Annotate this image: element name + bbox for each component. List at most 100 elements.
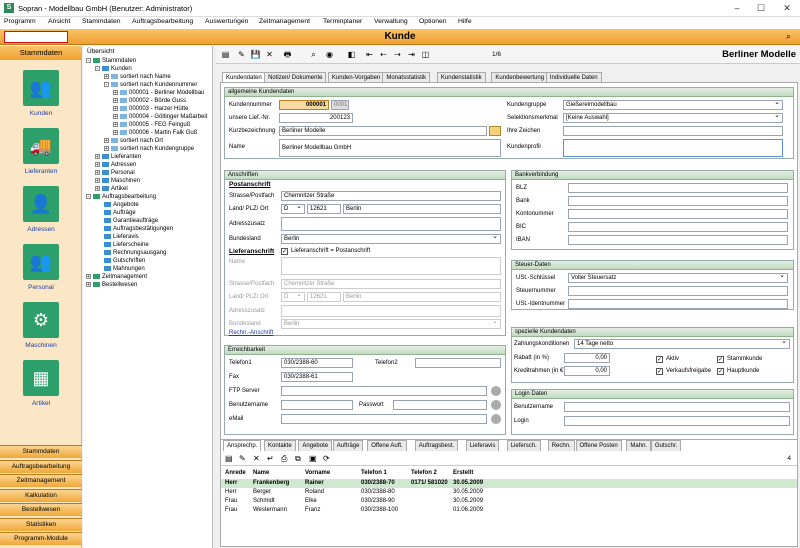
login-user-field[interactable] [564,402,790,412]
steuernummer-field[interactable] [568,286,788,296]
bottom-tab-auftragsbearbeitung[interactable]: Auftragsbearbeitung [0,459,82,473]
column-header[interactable]: Name [253,470,269,476]
table-row[interactable]: Frau Westermann Franz 030/2388-100 01.06.200… [221,506,797,515]
tree-node[interactable]: +000004 - Göltinger Maßarbeit [86,113,212,121]
tree-node[interactable]: +000005 - FEG Feinguß [86,121,212,129]
contact-tool-1-icon[interactable]: ✎ [239,454,246,463]
menu-item-zeitmanagement[interactable]: Zeitmanagement [259,18,310,25]
checkbox-hauptkunde[interactable]: ✓ [717,368,724,375]
bottom-tab-8[interactable]: Rechn. [547,440,575,451]
expand-toggle-icon[interactable]: + [113,113,118,119]
table-row[interactable]: Herr Berger Roland 030/2388-80 30.05.2009 [221,488,797,497]
lief-bundesland-select[interactable]: Berlin [281,319,501,329]
toolbar-button-5-icon[interactable]: ⌕ [308,49,319,60]
zahlung-select[interactable]: 14 Tage netto [574,339,790,349]
adresszusatz-field[interactable] [281,217,501,231]
email-send-icon[interactable] [491,414,501,424]
nav-maschinen-button[interactable]: ⚙ Maschinen [0,302,82,349]
name-field[interactable]: Berliner Modellbau GmbH [279,139,501,157]
strasse-field[interactable]: Chemnitzer Straße [281,191,501,201]
toolbar-button-3-icon[interactable]: ✕ [264,49,275,60]
kredit-field[interactable]: 0,00 [564,366,610,376]
kundenprofil-field[interactable] [563,139,783,157]
tree-node[interactable]: + Lieferanten [86,153,212,161]
toolbar-button-6-icon[interactable]: ◉ [324,49,335,60]
lieferanschrift-checkbox[interactable]: ✓ [281,248,288,255]
bank-iban-field[interactable] [568,235,788,245]
lief-plz-field[interactable]: 12621 [307,292,341,302]
checkbox-aktiv[interactable]: ✓ [656,356,663,363]
minimize-button[interactable]: – [730,3,744,14]
plz-field[interactable]: 12621 [307,204,341,214]
bottom-tab-11[interactable]: Gutschr. [650,440,682,451]
bottom-tab-6[interactable]: Lieferavis [465,440,500,451]
contact-tool-2-icon[interactable]: ✕ [253,454,260,463]
tree-node[interactable]: Aufträge [86,209,212,217]
menu-item-ansicht[interactable]: Ansicht [48,18,70,25]
bottom-tab-10[interactable]: Mahn. [626,440,652,451]
toolbar-button-10-icon[interactable]: ⇢ [392,49,403,60]
rabatt-field[interactable]: 0,00 [564,353,610,363]
bank-kontonummer-field[interactable] [568,209,788,219]
column-header[interactable]: Vorname [305,470,330,476]
selektionsmerkmal-select[interactable]: [Keine Auswahl] [563,113,783,123]
search-input[interactable] [4,31,68,43]
menu-item-programm[interactable]: Programm [4,18,36,25]
lief-land-select[interactable]: D [281,292,305,302]
ort-field[interactable]: Berlin [343,204,501,214]
column-header[interactable]: Erstellt [453,470,473,476]
maximize-button[interactable]: ☐ [754,3,768,14]
expand-toggle-icon[interactable]: - [86,193,91,199]
menu-item-auswertungen[interactable]: Auswertungen [205,18,248,25]
contact-tool-5-icon[interactable]: ⧉ [295,454,301,464]
expand-toggle-icon[interactable]: - [104,81,109,87]
contact-tool-6-icon[interactable]: ▣ [309,454,317,463]
lief-strasse-field[interactable]: Chemnitzer Straße [281,279,501,289]
menu-item-stammdaten[interactable]: Stammdaten [82,18,121,25]
kundennummer-field[interactable]: 000001 [279,100,329,110]
toolbar-button-2-icon[interactable]: 💾 [250,49,261,60]
contact-tool-0-icon[interactable]: ▤ [225,454,233,463]
toolbar-button-4-icon[interactable]: 🖶 [282,49,293,60]
toolbar-button-9-icon[interactable]: ⇠ [378,49,389,60]
toolbar-button-8-icon[interactable]: ⇤ [364,49,375,60]
ust-id-field[interactable] [568,299,788,309]
ihre-zeichen-field[interactable] [563,126,783,136]
rechn-anschrift-link[interactable]: Rechn.-Anschrift [229,330,273,336]
bottom-tab-4[interactable]: Offene Auft. [367,440,407,451]
toolbar-button-0-icon[interactable]: ▤ [220,49,231,60]
toolbar-button-12-icon[interactable]: ◫ [420,49,431,60]
tree-node[interactable]: - Kunden [86,65,212,73]
expand-toggle-icon[interactable]: + [113,129,118,135]
land-select[interactable]: D [281,204,305,214]
login-field[interactable] [564,416,790,426]
tree-node[interactable]: + Zeitmanagement [86,273,212,281]
expand-toggle-icon[interactable]: - [86,57,91,63]
lief-name-field[interactable] [281,257,501,275]
expand-toggle-icon[interactable]: + [86,273,91,279]
kurzbezeichnung-field[interactable]: Berliner Modelle [279,126,487,136]
close-button[interactable]: ✕ [780,3,794,14]
bank-bank-field[interactable] [568,196,788,206]
menu-item-auftragsbearbeitung[interactable]: Auftragsbearbeitung [132,18,193,25]
tree-node[interactable]: Auftragsbestätigungen [86,225,212,233]
folder-icon[interactable] [489,126,501,136]
expand-toggle-icon[interactable]: + [113,121,118,127]
bottom-tab-1[interactable]: Kontakte [264,440,296,451]
menu-item-verwaltung[interactable]: Verwaltung [374,18,408,25]
menu-item-optionen[interactable]: Optionen [419,18,447,25]
nav-lieferanten-button[interactable]: 🚚 Lieferanten [0,128,82,175]
bank-bic-field[interactable] [568,222,788,232]
bottom-tab-0[interactable]: Ansprechp. [223,440,262,451]
bottom-tab-programm-module[interactable]: Programm-Module [0,532,82,545]
ftp-field[interactable] [281,386,487,396]
password-icon[interactable] [491,400,501,410]
tree-node[interactable]: Gutschriften [86,257,212,265]
tree-node[interactable]: + sortiert nach Ort [86,137,212,145]
search-icon[interactable]: ⌕ [786,31,791,42]
expand-toggle-icon[interactable]: + [95,177,100,183]
lief-zusatz-field[interactable] [281,305,501,317]
checkbox-stammkunde[interactable]: ✓ [717,356,724,363]
expand-toggle-icon[interactable]: - [95,65,100,71]
bank-blz-field[interactable] [568,183,788,193]
